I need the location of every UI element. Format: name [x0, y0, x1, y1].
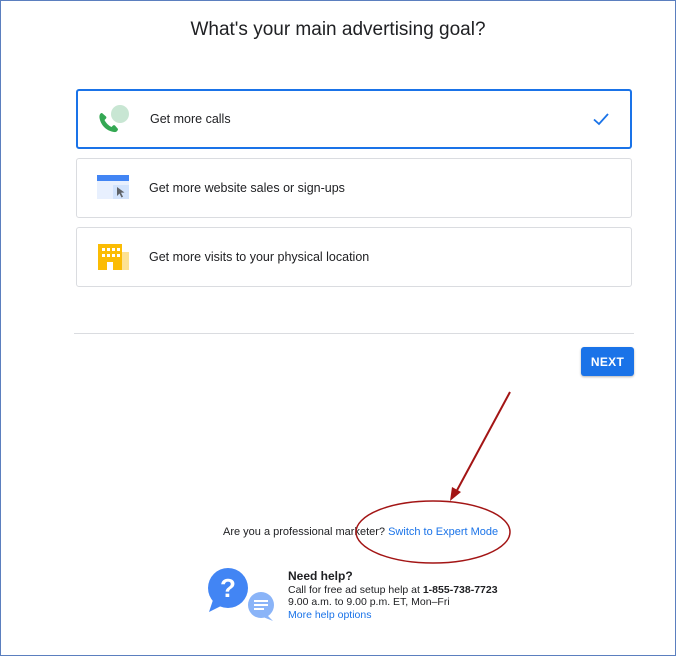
section-divider: [74, 333, 634, 334]
help-call-text: Call for free ad setup help at: [288, 583, 420, 596]
expert-mode-prompt: Are you a professional marketer? Switch …: [223, 526, 498, 538]
phone-chat-icon: [99, 105, 129, 133]
switch-to-expert-mode-link[interactable]: Switch to Expert Mode: [388, 526, 498, 538]
help-phone-number: 1-855-738-7723: [422, 583, 498, 596]
goal-label-calls: Get more calls: [150, 112, 231, 126]
help-call-line: Call for free ad setup help at 1-855-738…: [288, 584, 498, 597]
checkmark-icon: [593, 113, 609, 126]
goal-option-calls[interactable]: Get more calls: [76, 89, 632, 149]
storefront-icon: [98, 244, 129, 270]
pro-prompt-text: Are you a professional marketer?: [223, 526, 386, 538]
goal-label-website: Get more website sales or sign-ups: [149, 181, 345, 195]
svg-text:?: ?: [220, 573, 236, 603]
help-title: Need help?: [288, 569, 353, 583]
browser-cursor-icon: [97, 175, 129, 199]
goal-label-store: Get more visits to your physical locatio…: [149, 250, 370, 264]
more-help-options-link[interactable]: More help options: [288, 609, 371, 621]
help-hours: 9.00 a.m. to 9.00 p.m. ET, Mon–Fri: [288, 596, 450, 608]
goal-option-website[interactable]: Get more website sales or sign-ups: [76, 158, 632, 218]
goal-option-store[interactable]: Get more visits to your physical locatio…: [76, 227, 632, 287]
next-button[interactable]: NEXT: [581, 347, 634, 376]
help-chat-icon: ?: [208, 568, 274, 621]
help-section: Need help? Call for free ad setup help a…: [288, 570, 498, 621]
page-title: What's your main advertising goal?: [190, 19, 486, 40]
